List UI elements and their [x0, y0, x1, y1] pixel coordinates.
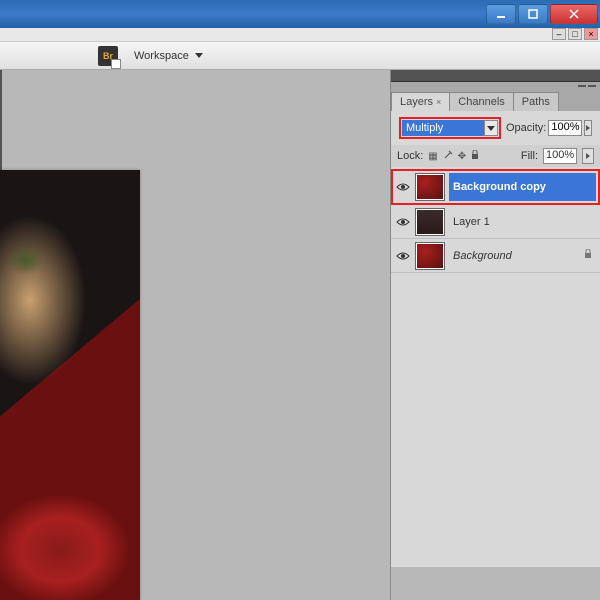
visibility-toggle[interactable]: [395, 214, 411, 230]
layer-name[interactable]: Background: [449, 242, 580, 270]
blend-mode-chevron[interactable]: [484, 120, 498, 136]
tab-paths[interactable]: Paths: [513, 92, 559, 111]
window-titlebar: [0, 0, 600, 28]
layer-row-background-copy[interactable]: Background copy: [391, 169, 600, 205]
opacity-flyout-button[interactable]: [584, 120, 592, 136]
options-bar: Br Workspace: [0, 42, 600, 70]
window-minimize-button[interactable]: [486, 4, 516, 24]
eye-icon: [396, 182, 410, 192]
panel-dock: Layers× Channels Paths Multiply Opacity:…: [390, 70, 600, 600]
blend-opacity-row: Multiply Opacity: 100%: [391, 111, 600, 145]
tab-channels[interactable]: Channels: [449, 92, 513, 111]
lock-fill-row: Lock: ▦ ✥ Fill: 100%: [391, 145, 600, 167]
fill-label: Fill:: [521, 150, 538, 162]
tab-label: Layers: [400, 96, 433, 108]
panel-tabs: Layers× Channels Paths: [391, 90, 600, 111]
opacity-input[interactable]: 100%: [548, 120, 582, 136]
workspace-dropdown[interactable]: Workspace: [126, 47, 211, 65]
lock-transparency-icon[interactable]: ▦: [428, 151, 437, 162]
document-window[interactable]: [0, 170, 140, 600]
doc-minimize-button[interactable]: –: [552, 28, 566, 40]
panel-menu[interactable]: [391, 82, 600, 90]
app-menubar: – □ ×: [0, 28, 600, 42]
lock-pixels-icon[interactable]: [443, 150, 453, 163]
bridge-icon: Br: [98, 46, 118, 66]
tab-close-icon[interactable]: ×: [436, 97, 441, 107]
main-area: Layers× Channels Paths Multiply Opacity:…: [0, 70, 600, 600]
tab-layers[interactable]: Layers×: [391, 92, 450, 111]
layer-name[interactable]: Layer 1: [449, 208, 596, 236]
lock-all-icon[interactable]: [471, 150, 479, 163]
eye-icon: [396, 217, 410, 227]
window-close-button[interactable]: [550, 4, 598, 24]
layer-name[interactable]: Background copy: [449, 173, 596, 201]
eye-icon: [396, 251, 410, 261]
visibility-toggle[interactable]: [395, 248, 411, 264]
layer-row-background[interactable]: Background: [391, 239, 600, 273]
layer-row-layer-1[interactable]: Layer 1: [391, 205, 600, 239]
blend-mode-dropdown[interactable]: Multiply: [399, 117, 501, 139]
window-maximize-button[interactable]: [518, 4, 548, 24]
layer-thumbnail[interactable]: [415, 242, 445, 270]
chevron-down-icon: [195, 53, 203, 58]
visibility-toggle[interactable]: [395, 179, 411, 195]
canvas-area: [0, 70, 390, 600]
fill-flyout-button[interactable]: [582, 148, 594, 164]
panel-grip[interactable]: [391, 70, 600, 82]
blend-mode-value: Multiply: [402, 120, 484, 136]
opacity-label: Opacity:: [506, 122, 546, 134]
bridge-button[interactable]: Br: [90, 43, 126, 69]
fill-input[interactable]: 100%: [543, 148, 577, 164]
lock-label: Lock:: [397, 150, 423, 162]
workspace-label: Workspace: [134, 50, 189, 62]
layers-empty-area: [391, 275, 600, 567]
lock-indicator-icon: [584, 249, 596, 262]
layer-thumbnail[interactable]: [415, 173, 445, 201]
doc-close-button[interactable]: ×: [584, 28, 598, 40]
lock-position-icon[interactable]: ✥: [458, 151, 466, 162]
layer-thumbnail[interactable]: [415, 208, 445, 236]
document-image: [0, 170, 140, 600]
layers-list: Background copy Layer 1 Background: [391, 167, 600, 275]
chevron-down-icon: [487, 126, 495, 131]
doc-maximize-button[interactable]: □: [568, 28, 582, 40]
